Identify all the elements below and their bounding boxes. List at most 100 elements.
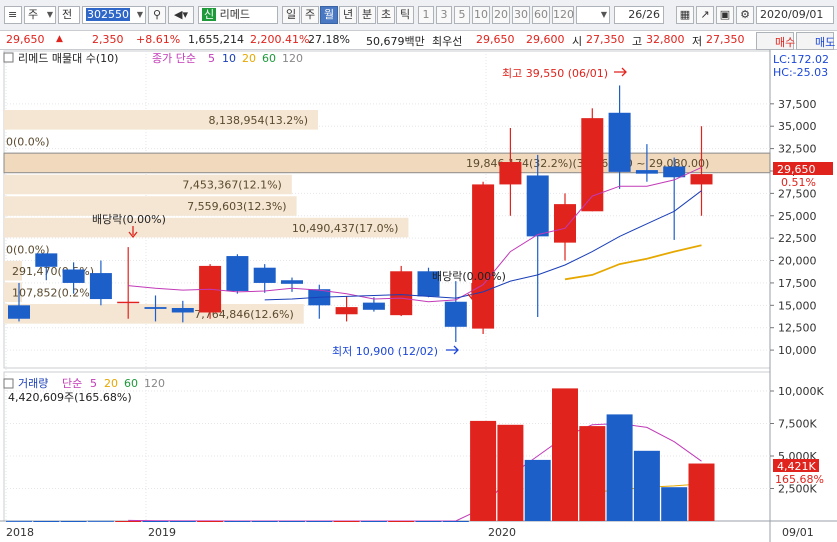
- interval-button-1[interactable]: 1: [418, 6, 434, 24]
- price-change: 2,350: [92, 33, 124, 46]
- candle-body: [526, 175, 549, 237]
- market2-select-value: 전: [62, 8, 73, 21]
- interval-label: 120: [553, 8, 574, 21]
- interval-custom-select[interactable]: ▼: [576, 6, 610, 24]
- volume-bar: [169, 521, 196, 522]
- interval-button-10[interactable]: 10: [472, 6, 490, 24]
- page-counter-value: 26/26: [628, 8, 660, 21]
- interval-button-30[interactable]: 30: [512, 6, 530, 24]
- open-price: 27,350: [586, 33, 625, 46]
- hc-label: HC:-25.03: [773, 66, 828, 79]
- volume-profile-label: 7,453,367(12.1%): [182, 179, 282, 192]
- volume-profile-label: 7,559,603(12.3%): [187, 200, 287, 213]
- volume-bar: [524, 459, 551, 521]
- current-pct-tag: 0.51%: [781, 176, 816, 189]
- volume-ma-label: 단순: [62, 377, 82, 390]
- legend-box-icon: [3, 52, 14, 63]
- time-label-2018: 2018: [6, 526, 34, 539]
- candle-body: [89, 273, 112, 300]
- volume-bar: [333, 521, 360, 522]
- settings-button[interactable]: ⚙: [736, 6, 754, 24]
- interval-button-3[interactable]: 3: [436, 6, 452, 24]
- stock-code-value: 302550: [86, 8, 130, 21]
- price-tick-label: 25,000: [778, 210, 817, 223]
- interval-label: 10: [474, 8, 488, 21]
- volume-bar: [552, 388, 578, 521]
- toolbar: ≡ 주 ▼ 전 302550 ▼ ⚲ ◀▾ 신 리메드 일 주 월 년 분 초 틱 …: [0, 0, 837, 31]
- period-tab-minute[interactable]: 분: [358, 6, 376, 24]
- search-icon: ⚲: [152, 8, 162, 21]
- volume-bar: [442, 521, 469, 522]
- period-tab-day[interactable]: 일: [282, 6, 300, 24]
- interval-label: 3: [440, 8, 448, 21]
- buy-label: 매수: [775, 36, 796, 49]
- volume-ma-60: 60: [124, 377, 138, 390]
- date-field[interactable]: 2020/09/01: [756, 6, 834, 24]
- period-tab-month[interactable]: 월: [320, 6, 338, 24]
- period-tab-second[interactable]: 초: [377, 6, 395, 24]
- volume-bar: [87, 520, 114, 522]
- volume-bar: [633, 450, 660, 521]
- grid-button[interactable]: ▦: [676, 6, 694, 24]
- turnover-rate: 27.18%: [308, 33, 350, 46]
- volume-current: 4,420,609주(165.68%): [8, 391, 132, 404]
- high-annotation: 최고 39,550 (06/01): [502, 67, 608, 80]
- period-tab-week[interactable]: 주: [301, 6, 319, 24]
- lc-label: LC:172.02: [773, 53, 829, 66]
- speaker-icon: ◀▾: [174, 8, 188, 21]
- time-label-2019: 2019: [148, 526, 176, 539]
- search-button[interactable]: ⚲: [148, 6, 166, 24]
- volume-bar: [251, 521, 278, 522]
- volume-bar: [197, 521, 224, 522]
- candle-body: [581, 118, 604, 212]
- interval-button-120[interactable]: 120: [552, 6, 574, 24]
- trend-button[interactable]: ↗: [696, 6, 714, 24]
- trend-icon: ↗: [700, 8, 710, 21]
- speaker-button[interactable]: ◀▾: [168, 6, 194, 24]
- ma-legend-20: 20: [242, 52, 256, 65]
- period-tab-tick[interactable]: 틱: [396, 6, 414, 24]
- dividend-annotation-2: 배당락(0.00%): [432, 270, 506, 283]
- open-label: 시: [572, 35, 583, 48]
- volume-ma-5: 5: [90, 377, 97, 390]
- stock-chart[interactable]: 8,138,954(13.2%)0(0.0%)19,846,174(32.2%)…: [0, 50, 837, 542]
- volume-tick-label: 10,000K: [778, 385, 824, 398]
- price-legend-name: 리메드 매물대 수(10): [18, 52, 118, 65]
- volume-profile-label: 0(0.0%): [6, 136, 50, 149]
- candle-body: [690, 174, 713, 185]
- sell-button[interactable]: 매도: [796, 32, 835, 50]
- save-button[interactable]: ▣: [716, 6, 734, 24]
- current-price: 29,650: [6, 33, 45, 46]
- candle-body: [472, 184, 495, 329]
- interval-button-5[interactable]: 5: [454, 6, 470, 24]
- candle-body: [35, 253, 58, 267]
- period-tab-year[interactable]: 년: [339, 6, 357, 24]
- stock-name-field[interactable]: 신 리메드: [198, 6, 278, 24]
- period-tab-label: 틱: [399, 8, 411, 21]
- volume-bar: [579, 426, 606, 521]
- interval-button-60[interactable]: 60: [532, 6, 550, 24]
- stock-code-input[interactable]: 302550 ▼: [82, 6, 146, 24]
- volume-bar: [497, 424, 524, 521]
- buy-button[interactable]: 매수: [756, 32, 796, 50]
- interval-label: 30: [514, 8, 528, 21]
- price-tick-label: 15,000: [778, 299, 817, 312]
- ma-legend-60: 60: [262, 52, 276, 65]
- candle-body: [226, 256, 249, 291]
- candle-body: [635, 170, 658, 174]
- save-icon: ▣: [719, 8, 731, 21]
- priority-label: 최우선: [432, 35, 463, 48]
- candle-body: [171, 308, 194, 313]
- market2-select[interactable]: 전: [58, 6, 80, 24]
- volume-pct-tag: 165.68%: [775, 473, 824, 486]
- current-price-tag-text: 29,650: [777, 163, 816, 176]
- market-select[interactable]: 주 ▼: [24, 6, 56, 24]
- up-arrow-icon: ▲: [56, 34, 63, 44]
- volume-bar: [6, 520, 32, 522]
- menu-icon-button[interactable]: ≡: [4, 6, 22, 24]
- ma-legend-10: 10: [222, 52, 236, 65]
- low-price: 27,350: [706, 33, 745, 46]
- time-label-2020: 2020: [488, 526, 516, 539]
- period-tab-label: 월: [323, 8, 335, 21]
- interval-button-20[interactable]: 20: [492, 6, 510, 24]
